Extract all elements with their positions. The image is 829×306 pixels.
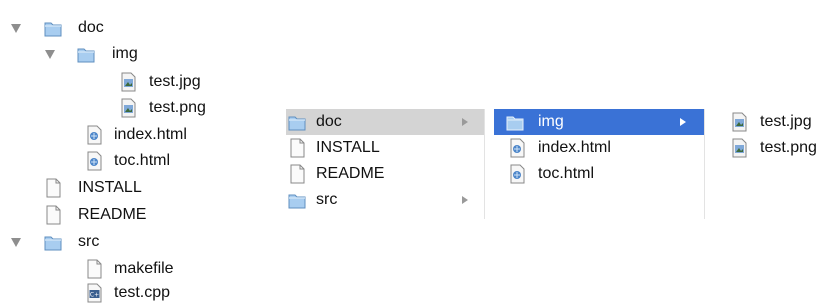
folder-icon (44, 232, 62, 252)
column-item-readme[interactable]: README (286, 161, 484, 187)
column-item-label: img (538, 113, 564, 130)
outline-label: doc (78, 19, 104, 36)
outline-label: test.png (149, 99, 206, 116)
outline-label: test.jpg (149, 73, 201, 90)
folder-icon (44, 18, 62, 38)
browser-column-1: doc INSTALL README src (286, 109, 485, 219)
column-item-install[interactable]: INSTALL (286, 135, 484, 161)
html-file-icon (508, 164, 526, 184)
outline-row-install[interactable]: INSTALL (0, 175, 250, 201)
outline-row-index-html[interactable]: index.html (0, 122, 250, 148)
folder-icon (77, 44, 95, 64)
outline-label: INSTALL (78, 179, 142, 196)
outline-row-readme[interactable]: README (0, 202, 250, 228)
column-item-label: test.png (760, 139, 817, 156)
column-item-test-png[interactable]: test.png (726, 135, 829, 161)
chevron-right-icon (462, 196, 468, 204)
column-item-src[interactable]: src (286, 187, 484, 213)
document-icon (85, 259, 103, 279)
browser-column-3: test.jpg test.png (726, 109, 829, 219)
folder-icon (288, 112, 306, 132)
image-file-icon (730, 112, 748, 132)
outline-label: test.cpp (114, 284, 171, 301)
outline-label: toc.html (114, 152, 171, 169)
cpp-file-icon: C+ (85, 283, 103, 303)
column-item-label: README (316, 165, 385, 182)
outline-label: makefile (114, 260, 174, 277)
column-item-label: toc.html (538, 165, 595, 182)
column-item-label: INSTALL (316, 139, 380, 156)
outline-row-src[interactable]: src (0, 229, 250, 255)
column-item-index-html[interactable]: index.html (494, 135, 704, 161)
document-icon (288, 138, 306, 158)
svg-text:C+: C+ (90, 292, 99, 299)
outline-row-makefile[interactable]: makefile (0, 256, 250, 282)
column-item-img[interactable]: img (494, 109, 704, 135)
outline-label: README (78, 206, 147, 223)
column-item-test-jpg[interactable]: test.jpg (726, 109, 829, 135)
document-icon (44, 205, 62, 225)
outline-row-test-jpg[interactable]: test.jpg (0, 69, 250, 95)
column-item-label: index.html (538, 139, 611, 156)
folder-icon (288, 190, 306, 210)
outline-label: img (112, 45, 138, 62)
folder-icon (506, 112, 524, 132)
outline-row-test-cpp[interactable]: C+ test.cpp (0, 280, 250, 306)
image-file-icon (730, 138, 748, 158)
html-file-icon (85, 125, 103, 145)
browser-column-2: img index.html toc.html (494, 109, 705, 219)
html-file-icon (508, 138, 526, 158)
document-icon (44, 178, 62, 198)
column-item-label: src (316, 191, 338, 208)
disclosure-triangle-icon[interactable] (11, 24, 21, 33)
outline-label: src (78, 233, 100, 250)
html-file-icon (85, 151, 103, 171)
outline-row-test-png[interactable]: test.png (0, 95, 250, 121)
column-item-label: doc (316, 113, 342, 130)
document-icon (288, 164, 306, 184)
column-item-doc[interactable]: doc (286, 109, 484, 135)
image-file-icon (119, 98, 137, 118)
column-item-toc-html[interactable]: toc.html (494, 161, 704, 187)
chevron-right-icon (462, 118, 468, 126)
outline-row-doc[interactable]: doc (0, 15, 250, 41)
outline-row-toc-html[interactable]: toc.html (0, 148, 250, 174)
image-file-icon (119, 72, 137, 92)
disclosure-triangle-icon[interactable] (45, 50, 55, 59)
outline-label: index.html (114, 126, 187, 143)
chevron-right-icon (680, 118, 686, 126)
column-item-label: test.jpg (760, 113, 812, 130)
outline-row-img[interactable]: img (0, 41, 250, 67)
disclosure-triangle-icon[interactable] (11, 238, 21, 247)
